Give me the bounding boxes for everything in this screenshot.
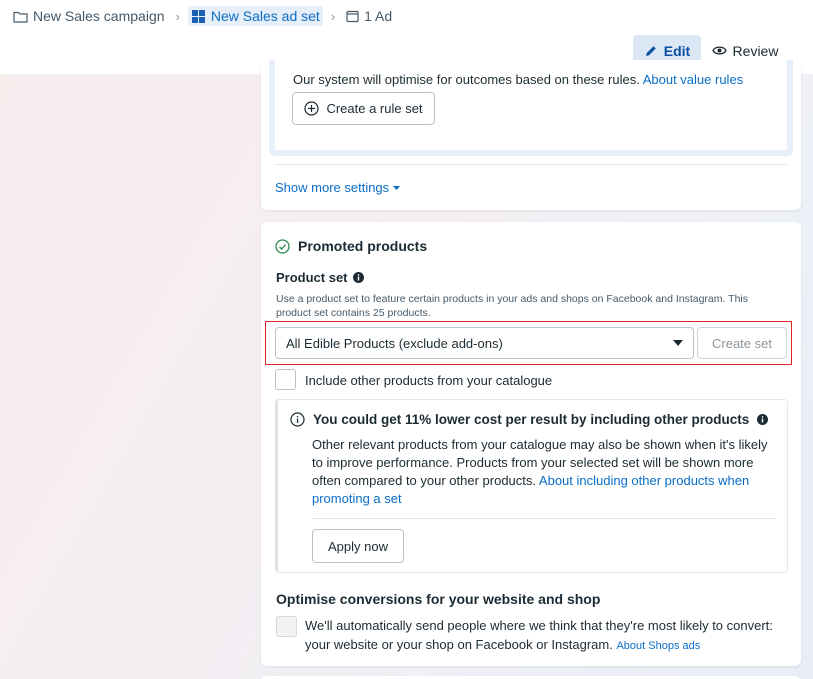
recommendation-title-text: You could get 11% lower cost per result … — [313, 412, 750, 427]
ad-icon — [346, 10, 359, 23]
breadcrumb-campaign[interactable]: New Sales campaign — [10, 6, 168, 26]
about-value-rules-link[interactable]: About value rules — [643, 72, 743, 87]
breadcrumb-ad-set-label: New Sales ad set — [210, 8, 320, 24]
breadcrumb-ad[interactable]: 1 Ad — [343, 6, 395, 26]
info-circle-icon — [290, 412, 305, 427]
apply-now-label: Apply now — [328, 538, 388, 554]
recommendation-box: You could get 11% lower cost per result … — [275, 399, 788, 573]
info-icon[interactable] — [352, 272, 364, 283]
value-rules-box: Our system will optimise for outcomes ba… — [269, 60, 793, 156]
section-title: Promoted products — [275, 238, 427, 254]
apply-now-button[interactable]: Apply now — [312, 529, 404, 563]
divider — [312, 518, 776, 519]
product-set-label: Product set — [276, 270, 364, 285]
plus-circle-icon — [304, 101, 320, 116]
check-circle-icon — [275, 238, 290, 254]
product-set-label-text: Product set — [276, 270, 348, 285]
optimise-conversions-title: Optimise conversions for your website an… — [276, 591, 601, 607]
grid-icon — [191, 9, 206, 24]
optimise-conversions-checkbox[interactable] — [276, 616, 297, 637]
promoted-products-title: Promoted products — [298, 238, 428, 254]
recommendation-title: You could get 11% lower cost per result … — [290, 412, 769, 427]
optimise-conversions-description: We'll automatically send people where we… — [305, 618, 773, 652]
include-other-label: Include other products from your catalog… — [305, 373, 553, 388]
value-rules-description: Our system will optimise for outcomes ba… — [293, 72, 640, 87]
recommendation-body: Other relevant products from your catalo… — [312, 436, 774, 508]
breadcrumb-ad-set[interactable]: New Sales ad set — [187, 6, 323, 26]
create-set-button[interactable]: Create set — [697, 327, 787, 359]
breadcrumb-ad-label: 1 Ad — [364, 8, 393, 24]
review-label: Review — [732, 42, 779, 59]
chevron-right-icon: › — [330, 8, 336, 24]
eye-icon — [711, 45, 727, 56]
promoted-products-card: Promoted products Product set Use a prod… — [261, 222, 801, 666]
product-set-help: Use a product set to feature certain pro… — [276, 293, 748, 319]
chevron-down-icon — [673, 340, 683, 346]
breadcrumb: New Sales campaign › New Sales ad set › … — [10, 5, 395, 27]
create-rule-set-button[interactable]: Create a rule set — [292, 92, 435, 125]
value-rules-card: Our system will optimise for outcomes ba… — [261, 60, 801, 210]
include-other-checkbox[interactable] — [275, 369, 296, 390]
show-more-settings-link[interactable]: Show more settings — [275, 180, 401, 195]
about-shops-ads-link[interactable]: About Shops ads — [616, 640, 700, 652]
edit-label: Edit — [663, 42, 691, 59]
divider — [275, 164, 787, 165]
info-icon[interactable] — [757, 414, 769, 425]
folder-icon — [13, 10, 28, 23]
caret-down-icon — [392, 185, 401, 191]
product-set-value: All Edible Products (exclude add-ons) — [286, 335, 503, 351]
product-set-select[interactable]: All Edible Products (exclude add-ons) — [275, 327, 694, 359]
breadcrumb-campaign-label: New Sales campaign — [33, 8, 165, 24]
value-rules-text: Our system will optimise for outcomes ba… — [293, 72, 743, 87]
show-more-label: Show more settings — [275, 180, 390, 195]
chevron-right-icon: › — [175, 8, 180, 24]
pencil-icon — [644, 44, 658, 58]
optimise-conversions-text: We'll automatically send people where we… — [305, 616, 785, 656]
create-rule-set-label: Create a rule set — [326, 101, 423, 116]
